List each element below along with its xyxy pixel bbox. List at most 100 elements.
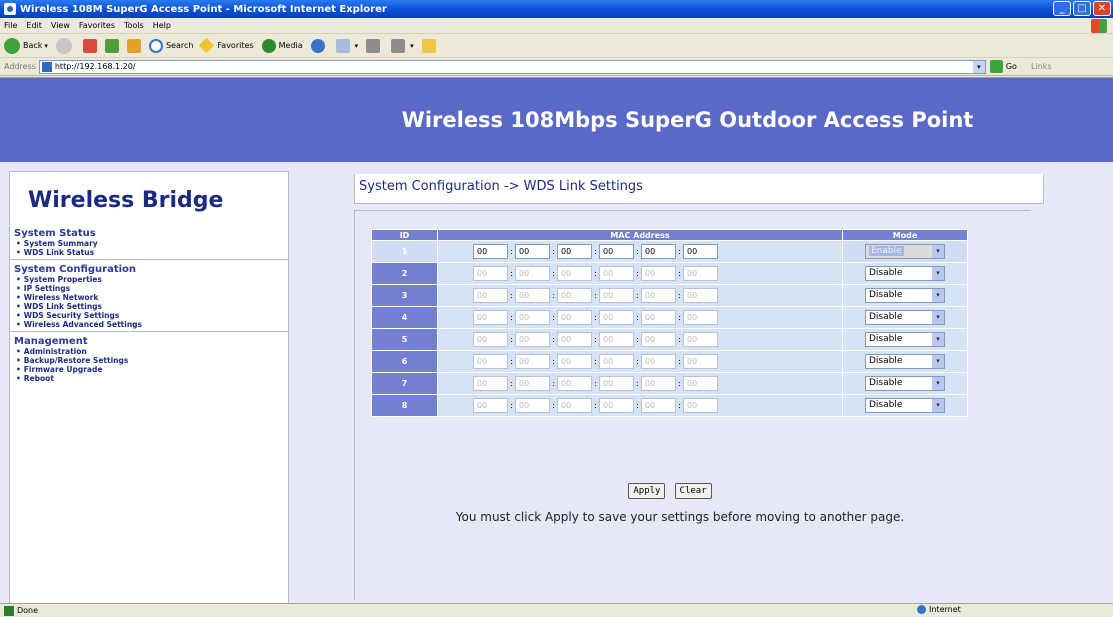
mac-octet-input[interactable]: 00: [557, 354, 592, 369]
mac-octet-input[interactable]: 00: [599, 288, 634, 303]
mac-octet-input[interactable]: 00: [641, 288, 676, 303]
mac-octet-input[interactable]: 00: [683, 288, 718, 303]
clear-button[interactable]: Clear: [674, 483, 712, 499]
mac-octet-input[interactable]: 00: [515, 244, 550, 259]
mac-octet-input[interactable]: 00: [599, 332, 634, 347]
mac-octet-input[interactable]: 00: [557, 376, 592, 391]
mac-octet-input[interactable]: 00: [599, 354, 634, 369]
mode-select[interactable]: Disable ▾: [865, 354, 945, 369]
mac-octet-input[interactable]: 00: [641, 310, 676, 325]
menu-view[interactable]: View: [51, 21, 70, 30]
mail-button[interactable]: ▾: [335, 38, 358, 53]
mode-select[interactable]: Disable ▾: [865, 288, 945, 303]
history-button[interactable]: [310, 38, 328, 53]
forward-button[interactable]: [55, 37, 75, 54]
mac-octet-input[interactable]: 00: [473, 310, 508, 325]
nav-item-wds-security-settings[interactable]: WDS Security Settings: [14, 311, 288, 320]
mac-octet-input[interactable]: 00: [473, 332, 508, 347]
go-button[interactable]: Go: [989, 60, 1017, 73]
mac-octet-input[interactable]: 00: [599, 310, 634, 325]
nav-item-wireless-advanced-settings[interactable]: Wireless Advanced Settings: [14, 320, 288, 329]
chevron-down-icon[interactable]: ▾: [972, 60, 985, 73]
favorites-button[interactable]: Favorites: [199, 37, 254, 54]
mac-octet-input[interactable]: 00: [599, 376, 634, 391]
maximize-button[interactable]: □: [1073, 1, 1091, 16]
nav-item-administration[interactable]: Administration: [14, 347, 288, 356]
menu-tools[interactable]: Tools: [124, 21, 144, 30]
mac-octet-input[interactable]: 00: [557, 288, 592, 303]
minimize-button[interactable]: _: [1053, 1, 1071, 16]
folder-button[interactable]: [421, 38, 439, 53]
mac-octet-input[interactable]: 00: [473, 398, 508, 413]
mac-octet-input[interactable]: 00: [599, 266, 634, 281]
address-input[interactable]: http://192.168.1.20/ ▾: [38, 59, 986, 74]
back-button[interactable]: Back ▾: [4, 37, 48, 54]
mac-octet-input[interactable]: 00: [599, 244, 634, 259]
nav-item-wireless-network[interactable]: Wireless Network: [14, 293, 288, 302]
mac-octet-input[interactable]: 00: [641, 398, 676, 413]
nav-item-reboot[interactable]: Reboot: [14, 374, 288, 383]
mac-octet-input[interactable]: 00: [683, 376, 718, 391]
edit-button[interactable]: ▾: [391, 38, 414, 53]
mac-octet-input[interactable]: 00: [473, 244, 508, 259]
menu-file[interactable]: File: [4, 21, 17, 30]
stop-button[interactable]: [82, 38, 97, 53]
mac-octet-input[interactable]: 00: [641, 332, 676, 347]
mac-octet-input[interactable]: 00: [473, 354, 508, 369]
media-button[interactable]: Media: [261, 38, 303, 53]
mode-select[interactable]: Disable ▾: [865, 310, 945, 325]
mode-select[interactable]: Disable ▾: [865, 376, 945, 391]
nav-item-system-summary[interactable]: System Summary: [14, 239, 288, 248]
mac-octet-input[interactable]: 00: [641, 244, 676, 259]
mac-octet-input[interactable]: 00: [515, 332, 550, 347]
refresh-button[interactable]: [104, 38, 119, 53]
mac-octet-input[interactable]: 00: [683, 354, 718, 369]
apply-button[interactable]: Apply: [628, 483, 666, 499]
table-row: 1 00:00:00:00:00:00 Enable ▾: [371, 240, 968, 263]
menu-favorites[interactable]: Favorites: [79, 21, 115, 30]
chevron-down-icon: ▾: [932, 289, 944, 302]
mac-octet-input[interactable]: 00: [557, 398, 592, 413]
mac-octet-input[interactable]: 00: [515, 398, 550, 413]
mac-octet-input[interactable]: 00: [557, 310, 592, 325]
mac-octet-input[interactable]: 00: [599, 398, 634, 413]
nav-item-firmware-upgrade[interactable]: Firmware Upgrade: [14, 365, 288, 374]
mac-octet-input[interactable]: 00: [683, 332, 718, 347]
mac-octet-input[interactable]: 00: [683, 266, 718, 281]
mac-octet-input[interactable]: 00: [473, 266, 508, 281]
mac-octet-input[interactable]: 00: [515, 376, 550, 391]
mac-octet-input[interactable]: 00: [473, 288, 508, 303]
mac-octet-input[interactable]: 00: [473, 376, 508, 391]
print-button[interactable]: [366, 38, 383, 53]
menu-edit[interactable]: Edit: [26, 21, 42, 30]
search-button[interactable]: Search: [148, 38, 193, 53]
mac-octet-input[interactable]: 00: [515, 266, 550, 281]
mac-octet-input[interactable]: 00: [683, 244, 718, 259]
mac-octet-input[interactable]: 00: [557, 244, 592, 259]
mac-octet-input[interactable]: 00: [683, 310, 718, 325]
links-button[interactable]: Links: [1031, 62, 1052, 71]
mac-octet-input[interactable]: 00: [641, 376, 676, 391]
wds-link-table: ID MAC Address Mode 1 00:00:00:00:00:00 En…: [371, 229, 968, 417]
mac-octet-input[interactable]: 00: [557, 266, 592, 281]
mac-octet-input[interactable]: 00: [557, 332, 592, 347]
mode-select[interactable]: Disable ▾: [865, 266, 945, 281]
mode-select[interactable]: Enable ▾: [865, 244, 945, 259]
mode-select[interactable]: Disable ▾: [865, 332, 945, 347]
nav-item-wds-link-status[interactable]: WDS Link Status: [14, 248, 288, 257]
home-button[interactable]: [126, 38, 141, 53]
mac-octet-input[interactable]: 00: [683, 398, 718, 413]
mac-octet-input[interactable]: 00: [515, 354, 550, 369]
nav-item-backup-restore[interactable]: Backup/Restore Settings: [14, 356, 288, 365]
mac-separator: :: [510, 247, 513, 256]
menu-help[interactable]: Help: [153, 21, 171, 30]
mac-octet-input[interactable]: 00: [515, 288, 550, 303]
nav-item-wds-link-settings[interactable]: WDS Link Settings: [14, 302, 288, 311]
nav-item-system-properties[interactable]: System Properties: [14, 275, 288, 284]
mac-octet-input[interactable]: 00: [515, 310, 550, 325]
mode-select[interactable]: Disable ▾: [865, 398, 945, 413]
nav-item-ip-settings[interactable]: IP Settings: [14, 284, 288, 293]
mac-octet-input[interactable]: 00: [641, 354, 676, 369]
mac-octet-input[interactable]: 00: [641, 266, 676, 281]
close-button[interactable]: ✕: [1093, 1, 1111, 16]
